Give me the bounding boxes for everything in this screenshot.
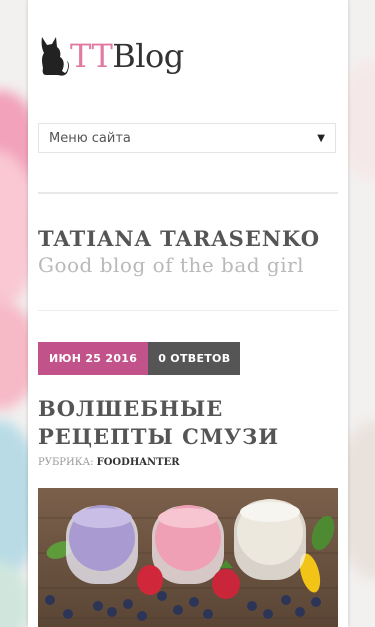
logo-text-tt: TT [70, 37, 113, 75]
site-menu-select[interactable]: Меню сайта ▼ [38, 123, 336, 153]
site-menu-label: Меню сайта [49, 130, 131, 146]
site-logo[interactable]: TTBlog [38, 34, 184, 78]
divider [38, 192, 338, 194]
post-title[interactable]: ВОЛШЕБНЫЕ РЕЦЕПТЫ СМУЗИ [38, 395, 328, 451]
post-date-badge[interactable]: ИЮН 25 2016 [38, 342, 149, 375]
cat-icon [41, 37, 69, 76]
post-category-link[interactable]: FOODHANTER [97, 457, 180, 468]
logo-text: TTBlog [70, 40, 184, 72]
post-category-label: РУБРИКА: [38, 457, 94, 468]
smoothie-photo [38, 488, 338, 627]
page-container: TTBlog Меню сайта ▼ TATIANA TARASENKO Go… [28, 0, 348, 627]
post-meta: ИЮН 25 2016 0 ОТВЕТОВ [38, 342, 241, 375]
post-comments-badge[interactable]: 0 ОТВЕТОВ [148, 342, 241, 375]
chevron-down-icon: ▼ [317, 132, 325, 144]
site-title[interactable]: TATIANA TARASENKO [38, 226, 320, 251]
site-description: Good blog of the bad girl [38, 253, 305, 277]
logo-text-blog: Blog [112, 37, 184, 75]
divider [38, 310, 338, 311]
post-category: РУБРИКА: FOODHANTER [38, 457, 180, 468]
post-thumbnail-image[interactable] [38, 488, 338, 627]
